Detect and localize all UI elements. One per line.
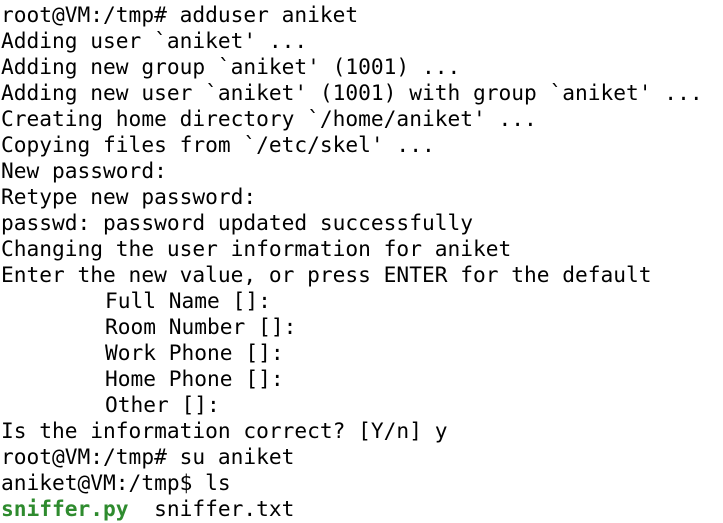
file-name: sniffer.txt bbox=[154, 496, 295, 521]
terminal-line-command: aniket@VM:/tmp$ ls bbox=[1, 470, 231, 495]
terminal-line-output: Changing the user information for aniket bbox=[1, 236, 512, 261]
terminal-window[interactable]: root@VM:/tmp# adduser aniket Adding user… bbox=[0, 0, 723, 523]
terminal-line-output: Creating home directory `/home/aniket' .… bbox=[1, 106, 537, 131]
terminal-line-field-prompt: Home Phone []: bbox=[105, 366, 284, 391]
terminal-line-ls-output: sniffer.py sniffer.txt bbox=[1, 496, 723, 522]
executable-file-name: sniffer.py bbox=[1, 496, 129, 521]
terminal-line-field-prompt: Other []: bbox=[105, 392, 220, 417]
terminal-line-output: Adding user `aniket' ... bbox=[1, 28, 308, 53]
terminal-line-output: Copying files from `/etc/skel' ... bbox=[1, 132, 435, 157]
terminal-line-output: Enter the new value, or press ENTER for … bbox=[1, 262, 652, 287]
terminal-line-field-prompt: Full Name []: bbox=[105, 288, 271, 313]
terminal-line-field-prompt: Work Phone []: bbox=[105, 340, 284, 365]
terminal-line-output: Adding new group `aniket' (1001) ... bbox=[1, 54, 461, 79]
terminal-line-command: root@VM:/tmp# adduser aniket bbox=[1, 2, 359, 27]
terminal-line-field-prompt: Room Number []: bbox=[105, 314, 297, 339]
terminal-line-output: Adding new user `aniket' (1001) with gro… bbox=[1, 80, 703, 105]
terminal-line-password-prompt: Retype new password: bbox=[1, 184, 257, 209]
terminal-line-password-prompt: New password: bbox=[1, 158, 167, 183]
terminal-line-output: passwd: password updated successfully bbox=[1, 210, 473, 235]
terminal-line-command: root@VM:/tmp# su aniket bbox=[1, 444, 295, 469]
terminal-line-confirm: Is the information correct? [Y/n] y bbox=[1, 418, 448, 443]
